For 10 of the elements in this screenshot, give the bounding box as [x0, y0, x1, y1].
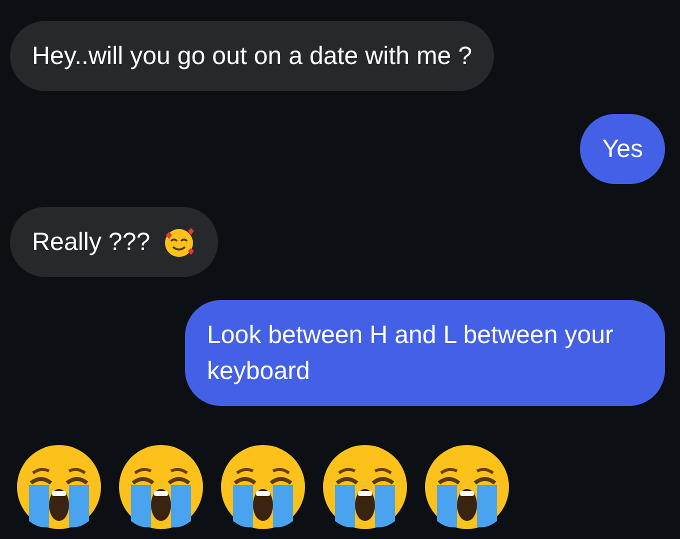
message-text: Really ??? — [32, 227, 150, 258]
smiling-face-with-hearts-icon — [162, 225, 196, 259]
crying-face-icon — [423, 443, 511, 531]
message-text: Hey..will you go out on a date with me ? — [32, 41, 472, 72]
crying-face-icon — [15, 443, 103, 531]
crying-face-icon — [117, 443, 205, 531]
message-text: Yes — [602, 134, 643, 165]
message-text: Look between H and L between your keyboard — [207, 320, 614, 387]
crying-face-icon — [219, 443, 307, 531]
crying-face-icon — [321, 443, 409, 531]
